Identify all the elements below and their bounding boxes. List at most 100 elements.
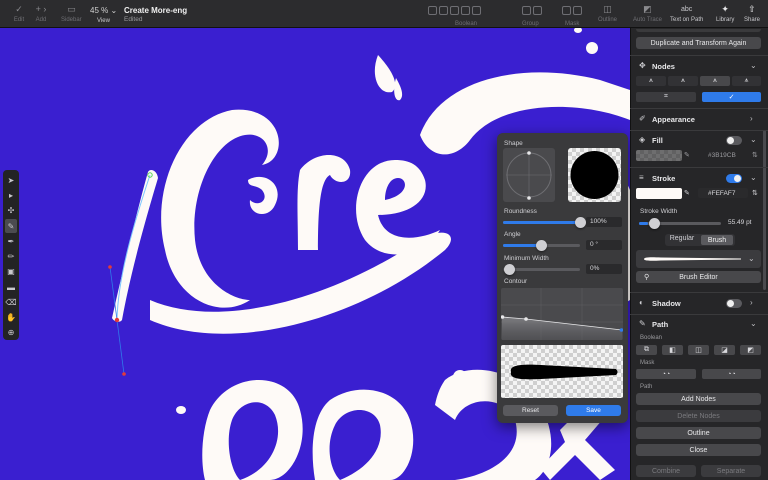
minimum-width-slider-track[interactable] [503, 268, 580, 271]
direct-select-icon[interactable]: ▸ [5, 189, 17, 203]
outline-button[interactable]: Outline [636, 427, 761, 439]
stroke-color-swatch[interactable] [636, 188, 682, 199]
delete-nodes-button[interactable]: Delete Nodes [636, 410, 761, 422]
regular-stroke-tab[interactable]: Regular [667, 235, 697, 242]
fill-color-swatch[interactable] [636, 150, 682, 161]
checkmark-icon: ✓ [15, 3, 23, 14]
unmask-icon[interactable] [573, 6, 582, 15]
path-union-button[interactable]: ⧉ [636, 345, 657, 355]
eraser-tool-icon[interactable]: ⌫ [5, 295, 17, 309]
text-tool-icon[interactable]: ▣ [5, 265, 17, 279]
chevron-right-icon[interactable]: › [750, 298, 753, 307]
node-type-symmetric-button[interactable]: ⩚ [700, 76, 730, 86]
stroke-options-icon[interactable]: ⇅ [752, 189, 758, 197]
fill-toggle[interactable] [726, 136, 742, 145]
ungroup-icon[interactable] [533, 6, 542, 15]
stroke-preview [501, 345, 623, 398]
outline-toolbar-button[interactable]: ◫ Outline [598, 4, 617, 24]
main-toolbar: ✓ Edit + › Add ▭ Sidebar 45 % ⌄ View Cre… [0, 0, 768, 28]
stroke-width-slider-knob[interactable] [648, 218, 660, 229]
sidebar-toolbar-button[interactable]: ▭ Sidebar [61, 4, 82, 24]
brush-editor-button[interactable]: ⚲ Brush Editor [636, 271, 761, 283]
mask-icon[interactable] [562, 6, 571, 15]
node-type-smooth-button[interactable]: ⩚ [668, 76, 698, 86]
pen-tool-icon[interactable]: ✒ [5, 234, 17, 248]
divide-icon: ◩ [747, 347, 754, 354]
brush-preset-dropdown[interactable]: ⌄ [636, 250, 761, 268]
inspector-scrollbar[interactable] [763, 30, 766, 470]
select-arrow-icon[interactable]: ➤ [5, 173, 17, 187]
path-exclude-button[interactable]: ◪ [714, 345, 735, 355]
divide-icon[interactable] [472, 6, 481, 15]
chevron-down-icon[interactable]: ⌄ [750, 173, 757, 182]
node-confirm-button[interactable]: ✓ [702, 92, 761, 102]
add-toolbar-button[interactable]: + › Add [34, 4, 48, 23]
zoom-tool-icon[interactable]: ⊕ [5, 326, 17, 340]
stroke-eyedropper-icon[interactable]: ✎ [684, 189, 690, 197]
exclude-icon[interactable] [461, 6, 470, 15]
duplicate-transform-button[interactable]: Duplicate and Transform Again [636, 37, 761, 49]
shadow-toggle[interactable] [726, 299, 742, 308]
path-subtract-button[interactable]: ◧ [662, 345, 683, 355]
add-nodes-button[interactable]: Add Nodes [636, 393, 761, 405]
brush-tool-icon[interactable]: ✎ [5, 219, 17, 234]
hand-tool-icon[interactable]: ✋ [5, 311, 17, 325]
contour-editor[interactable] [500, 288, 624, 340]
exclude-icon: ◪ [721, 347, 728, 354]
share-toolbar-button[interactable]: ⇧ Share [744, 4, 760, 24]
union-icon: ⧉ [644, 346, 649, 353]
path-unmask-button[interactable]: ◔◔ [702, 369, 761, 379]
chevron-down-icon[interactable]: ⌄ [750, 135, 757, 144]
chevron-down-icon: ⌄ [748, 254, 755, 263]
chevron-down-icon[interactable]: ⌄ [750, 319, 757, 328]
mask-buttons[interactable] [562, 6, 582, 15]
group-buttons[interactable] [522, 6, 542, 15]
path-divide-button[interactable]: ◩ [740, 345, 761, 355]
chevron-down-icon[interactable]: ⌄ [750, 61, 757, 70]
path-intersect-button[interactable]: ◫ [688, 345, 709, 355]
node-bounds-button[interactable]: ⌗ [636, 92, 696, 102]
text-on-path-toolbar-button[interactable]: abc Text on Path [670, 4, 703, 24]
combine-button[interactable]: Combine [636, 465, 696, 477]
library-toolbar-button[interactable]: ✦ Library [716, 4, 734, 24]
auto-trace-toolbar-button[interactable]: ◩ Auto Trace [633, 4, 662, 24]
shape-angle-control[interactable] [503, 148, 555, 202]
union-icon[interactable] [428, 6, 437, 15]
close-path-button[interactable]: Close [636, 444, 761, 456]
group-label: Group [522, 21, 539, 27]
group-icon[interactable] [522, 6, 531, 15]
reset-button[interactable]: Reset [503, 405, 558, 416]
brush-stroke-tab[interactable]: Brush [701, 235, 733, 245]
mask-icon: ◔◔ [661, 370, 671, 378]
edit-toolbar-button[interactable]: ✓ Edit [12, 3, 26, 24]
angle-slider-knob[interactable] [536, 240, 547, 251]
chevron-right-icon[interactable]: › [750, 114, 753, 123]
stroke-toggle[interactable] [726, 174, 742, 183]
zoom-value[interactable]: 45 % ⌄ [90, 6, 117, 15]
fill-hex-value[interactable]: #3B19CB [708, 152, 736, 159]
sidebar-label: Sidebar [61, 17, 82, 23]
divider [630, 108, 768, 109]
minimum-width-slider-knob[interactable] [503, 264, 515, 275]
boolean-section-label: Boolean [640, 335, 663, 341]
rectangle-tool-icon[interactable]: ▬ [5, 280, 17, 294]
inspector-scrollbar-thumb[interactable] [763, 130, 766, 290]
view-label: View [97, 18, 110, 24]
roundness-slider-knob[interactable] [574, 217, 586, 228]
path-mask-button[interactable]: ◔◔ [636, 369, 696, 379]
fill-eyedropper-icon[interactable]: ✎ [684, 151, 690, 159]
subtract-icon: ◧ [669, 347, 676, 354]
fill-options-icon[interactable]: ⇅ [752, 151, 758, 159]
save-button[interactable]: Save [566, 405, 621, 416]
pencil-tool-icon[interactable]: ✏ [5, 250, 17, 264]
node-type-corner-button[interactable]: ⩚ [636, 76, 666, 86]
brush-preset-preview [644, 257, 741, 261]
separate-button[interactable]: Separate [701, 465, 761, 477]
corner-node-icon: ⩚ [649, 77, 653, 84]
boolean-buttons[interactable] [428, 6, 481, 15]
subtract-icon[interactable] [439, 6, 448, 15]
stroke-width-value[interactable]: 55.49 pt [728, 219, 752, 226]
node-tool-icon[interactable]: ✣ [5, 204, 17, 218]
node-type-disconnected-button[interactable]: ⩚ [732, 76, 761, 86]
intersect-icon[interactable] [450, 6, 459, 15]
